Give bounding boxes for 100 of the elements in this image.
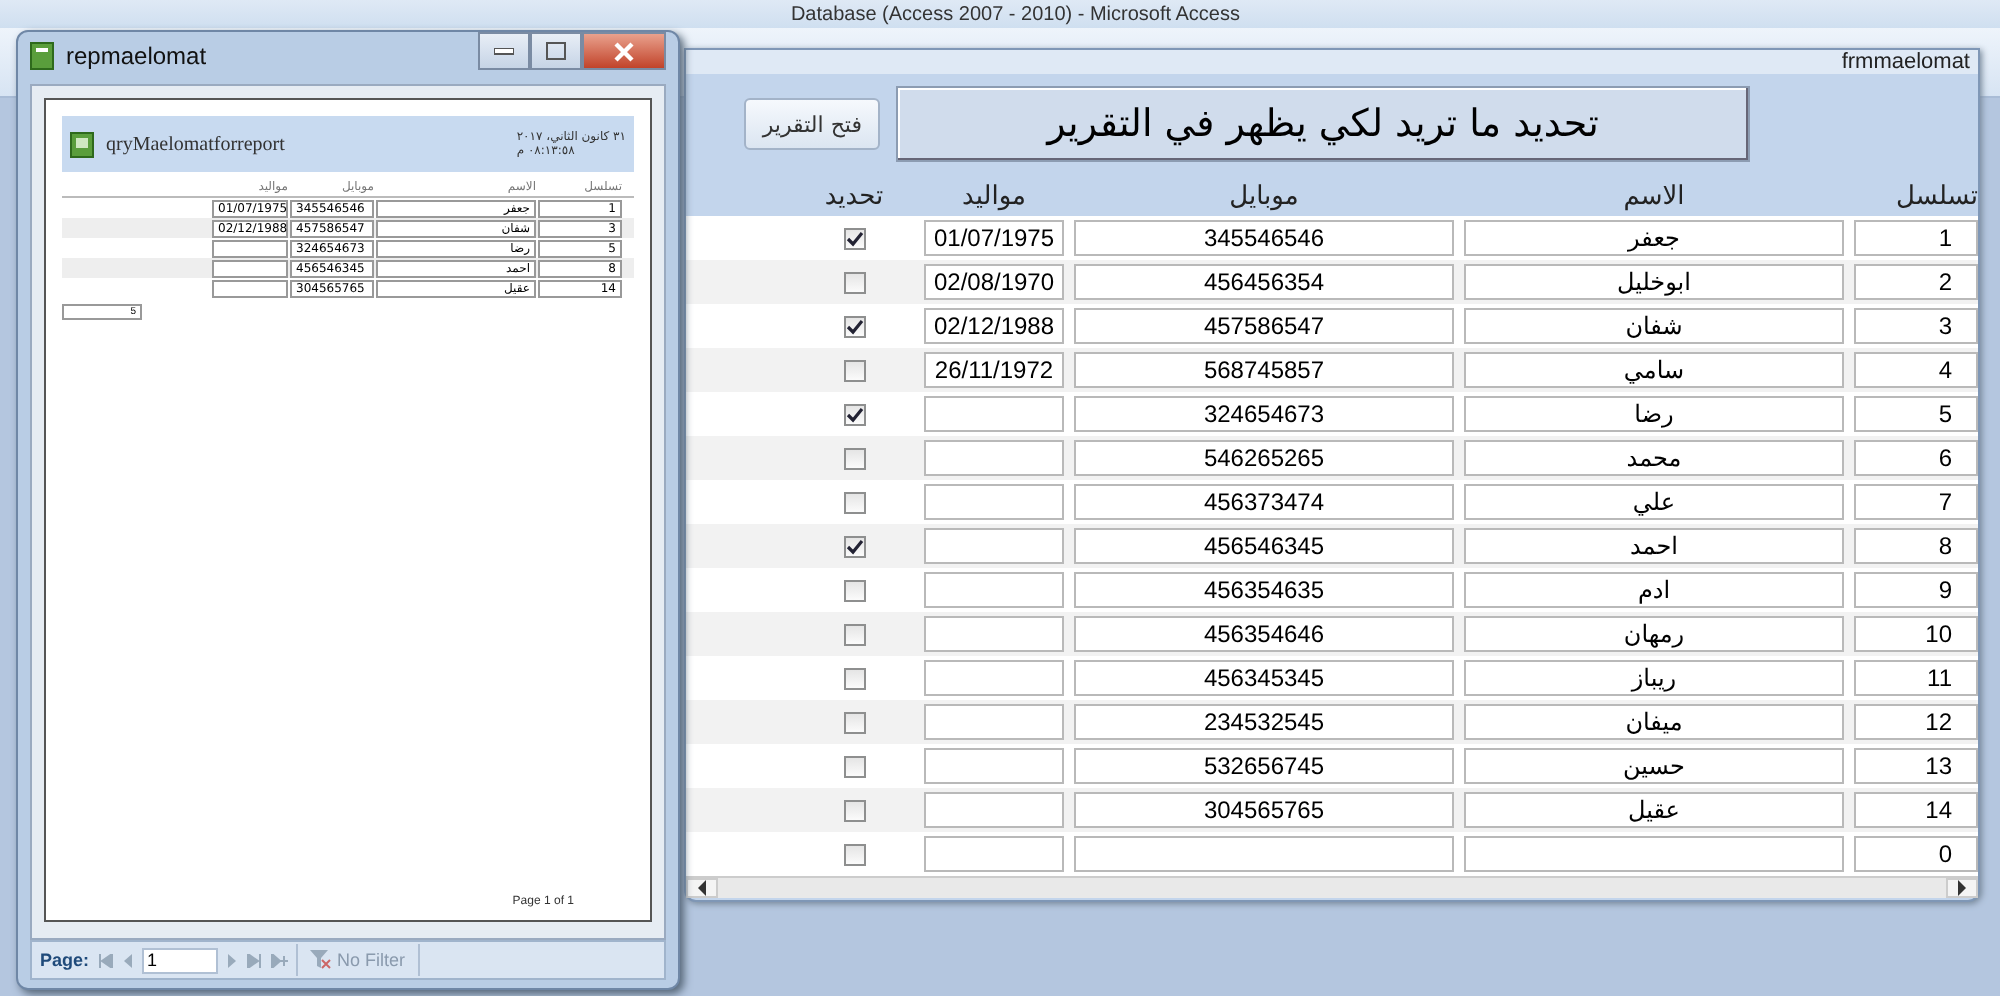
scroll-left-icon[interactable] [686,878,718,898]
page-number-field[interactable]: 1 [141,947,218,973]
table-cell: 0 [1854,836,1978,872]
table-cell: 4 [1854,352,1978,388]
table-cell: 8 [1854,528,1978,564]
column-header: تحديد [822,182,886,212]
table-cell: ميفان [1464,704,1844,740]
table-cell: 304565765 [1074,792,1454,828]
checkbox[interactable] [843,315,865,337]
table-cell: 13 [1854,748,1978,784]
table-cell: شفان [1464,308,1844,344]
table-cell: سامي [1464,352,1844,388]
maximize-icon [546,42,566,60]
table-cell [924,484,1064,520]
table-cell [212,279,288,297]
page-label: Page: [40,950,90,970]
table-cell: عقيل [1464,792,1844,828]
previous-page-icon[interactable] [121,953,134,967]
table-cell [924,528,1064,564]
table-cell: ريباز [1464,660,1844,696]
last-page-icon[interactable] [245,953,262,967]
table-cell [924,616,1064,652]
window-title: frmmaelomat [1841,50,1970,74]
table-cell: 456354646 [1074,616,1454,652]
table-cell: حسين [1464,748,1844,784]
checkbox[interactable] [843,227,865,249]
table-cell: 12 [1854,704,1978,740]
table-cell: 1 [1854,220,1978,256]
checkbox[interactable] [843,843,865,865]
table-cell: علي [1464,484,1844,520]
column-header: تسلسل [1894,182,1978,212]
maximize-button[interactable] [530,32,582,70]
table-cell [212,239,288,257]
table-cell: محمد [1464,440,1844,476]
checkbox[interactable] [843,755,865,777]
table-cell: 7 [1854,484,1978,520]
table-cell: احمد [1464,528,1844,564]
table-cell: 26/11/1972 [924,352,1064,388]
table-cell: 02/12/1988 [924,308,1064,344]
table-cell: 532656745 [1074,748,1454,784]
open-report-button[interactable]: فتح التقرير [744,98,880,150]
scroll-right-icon[interactable] [1946,878,1978,898]
minimize-button[interactable] [478,32,530,70]
table-cell: ابوخليل [1464,264,1844,300]
table-cell [924,660,1064,696]
first-page-icon[interactable] [97,953,114,967]
checkbox[interactable] [843,491,865,513]
table-cell: ادم [1464,572,1844,608]
table-cell [924,748,1064,784]
window-title: Database (Access 2007 - 2010) - Microsoft Access [790,3,1240,25]
report-icon [30,42,54,70]
table-cell: 01/07/1975 [924,220,1064,256]
form-heading: تحديد ما تريد لكي يظهر في التقرير [896,86,1750,162]
checkbox[interactable] [843,271,865,293]
table-cell: 546265265 [1074,440,1454,476]
next-page-icon[interactable] [225,953,238,967]
checkbox[interactable] [843,447,865,469]
horizontal-scrollbar[interactable] [686,876,1978,898]
table-cell: 10 [1854,616,1978,652]
table-cell: 3 [1854,308,1978,344]
minimize-icon [494,47,514,55]
table-cell: جعفر [1464,220,1844,256]
checkbox[interactable] [843,359,865,381]
table-cell: 02/08/1970 [924,264,1064,300]
table-cell: 456546345 [1074,528,1454,564]
new-page-icon[interactable] [269,953,288,967]
checkbox[interactable] [843,711,865,733]
table-cell: 324654673 [1074,396,1454,432]
close-button[interactable] [582,32,666,70]
table-cell: 456354635 [1074,572,1454,608]
table-cell [212,259,288,277]
table-cell: 456456354 [1074,264,1454,300]
table-cell [924,440,1064,476]
filter-icon [309,950,332,970]
checkbox[interactable] [843,623,865,645]
table-cell: 2 [1854,264,1978,300]
table-cell [924,396,1064,432]
checkbox[interactable] [843,579,865,601]
table-cell: 6 [1854,440,1978,476]
window-title: repmaelomat [66,42,209,70]
table-cell: 234532545 [1074,704,1454,740]
table-cell: رمهان [1464,616,1844,652]
table-cell: 9 [1854,572,1978,608]
table-cell: 568745857 [1074,352,1454,388]
table-cell: 456345345 [1074,660,1454,696]
checkbox[interactable] [843,535,865,557]
column-header: مواليد [960,182,1028,212]
column-header: الاسم [1621,182,1687,212]
checkbox[interactable] [843,799,865,821]
table-cell: 14 [1854,792,1978,828]
table-cell: 456373474 [1074,484,1454,520]
table-cell: رضا [1464,396,1844,432]
table-cell: 11 [1854,660,1978,696]
checkbox[interactable] [843,667,865,689]
table-cell: 457586547 [1074,308,1454,344]
close-icon [614,41,634,61]
column-header: موبايل [1227,182,1301,212]
table-cell: 5 [1854,396,1978,432]
report-icon [70,131,94,157]
checkbox[interactable] [843,403,865,425]
